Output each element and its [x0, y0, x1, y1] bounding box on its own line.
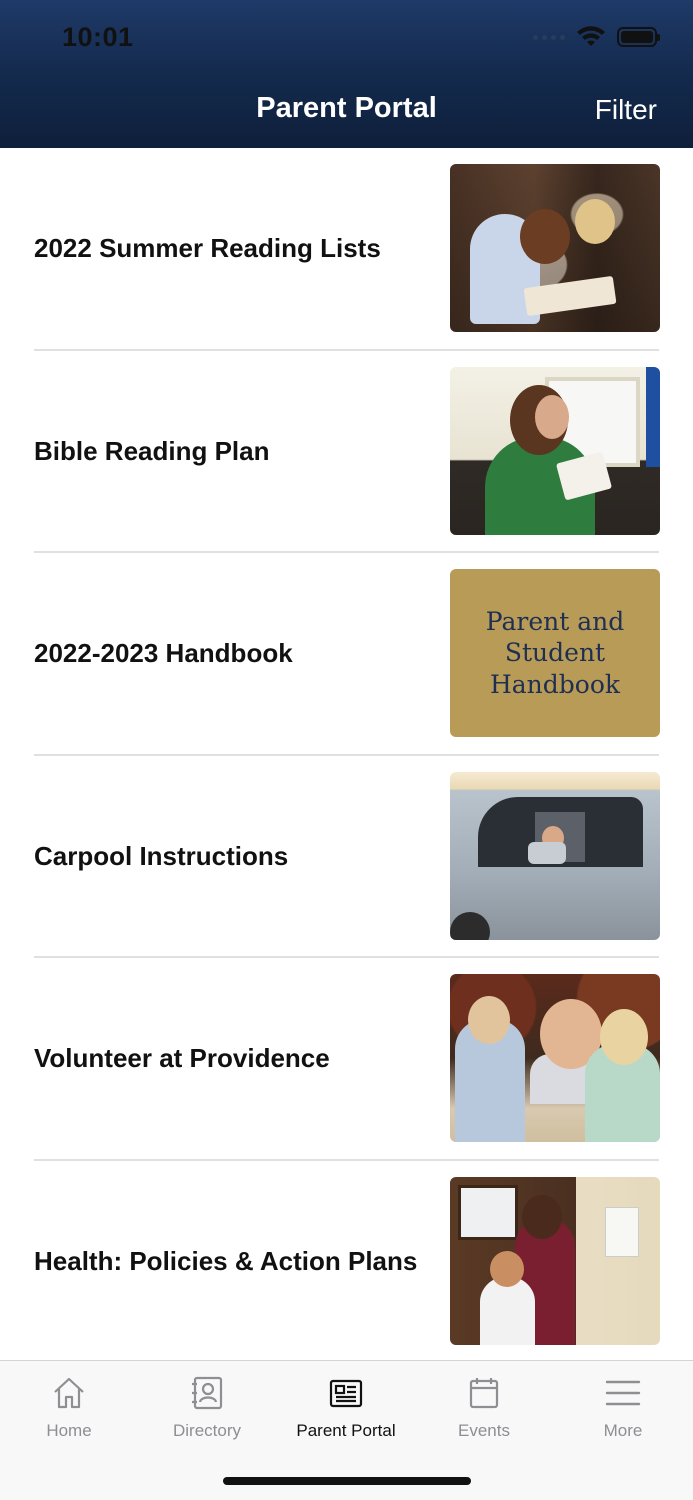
list-item-volunteer[interactable]: Volunteer at Providence — [0, 958, 693, 1161]
tab-events[interactable]: Events — [415, 1375, 553, 1445]
tab-label: Directory — [172, 1421, 241, 1440]
list-item-health[interactable]: Health: Policies & Action Plans — [0, 1161, 693, 1364]
list-item-label: Volunteer at Providence — [34, 1043, 330, 1074]
contact-book-icon — [192, 1376, 223, 1410]
list-item-label: 2022 Summer Reading Lists — [34, 233, 381, 264]
bible-photo-thumbnail — [450, 366, 660, 535]
carpool-photo-thumbnail — [450, 771, 660, 940]
tab-label: Events — [458, 1421, 510, 1440]
status-time: 10:01 — [62, 22, 134, 52]
battery-icon — [617, 27, 660, 47]
handbook-cover-thumbnail: Parent and Student Handbook — [450, 569, 660, 737]
tab-more[interactable]: More — [554, 1375, 692, 1445]
handbook-cover-text: Parent and Student Handbook — [485, 607, 625, 699]
list-item-label: Carpool Instructions — [34, 840, 289, 871]
tab-home[interactable]: Home — [0, 1375, 138, 1445]
tab-parent-portal[interactable]: Parent Portal — [277, 1375, 415, 1445]
page-title: Parent Portal — [256, 92, 437, 124]
volunteer-photo-thumbnail — [450, 974, 660, 1142]
home-icon — [54, 1377, 84, 1409]
list-item-summer-reading[interactable]: 2022 Summer Reading Lists — [0, 148, 693, 351]
reading-photo-thumbnail — [450, 164, 660, 332]
signal-icon — [533, 34, 565, 40]
list-item-label: Health: Policies & Action Plans — [34, 1245, 418, 1276]
menu-icon — [605, 1380, 641, 1406]
list-item-bible-reading[interactable]: Bible Reading Plan — [0, 351, 693, 553]
tab-label: More — [603, 1421, 643, 1440]
list-item-label: 2022-2023 Handbook — [34, 638, 293, 669]
tab-label: Parent Portal — [296, 1421, 396, 1440]
status-icons — [533, 26, 660, 48]
list-item-label: Bible Reading Plan — [34, 435, 270, 466]
tab-directory[interactable]: Directory — [138, 1375, 276, 1445]
portal-list: 2022 Summer Reading Lists Bible Reading … — [0, 148, 693, 1363]
filter-button[interactable]: Filter — [595, 94, 657, 126]
home-indicator — [223, 1477, 471, 1485]
app-header: 10:01 Parent Portal Filter — [0, 0, 693, 148]
calendar-icon — [469, 1378, 499, 1409]
newspaper-icon — [329, 1379, 363, 1408]
wifi-icon — [577, 26, 605, 46]
list-item-carpool[interactable]: Carpool Instructions — [0, 756, 693, 958]
health-photo-thumbnail — [450, 1176, 660, 1345]
tab-label: Home — [46, 1421, 92, 1440]
list-item-handbook[interactable]: 2022-2023 Handbook Parent and Student Ha… — [0, 553, 693, 756]
